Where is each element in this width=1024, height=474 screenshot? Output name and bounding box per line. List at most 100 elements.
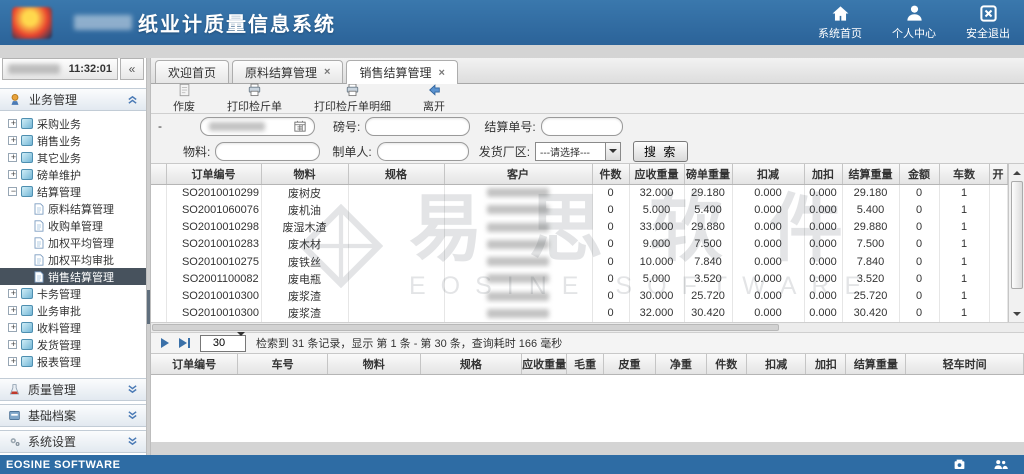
tree-expand-icon[interactable] [8,357,17,366]
next-page-icon[interactable] [161,338,169,348]
tree-expand-icon[interactable] [8,323,17,332]
column-header[interactable]: 磅单重量 [684,164,732,184]
horizontal-scrollbar[interactable] [151,322,1024,333]
column-header[interactable]: 物料 [261,164,348,184]
column-header[interactable]: 件数 [706,354,746,374]
column-header[interactable]: 车数 [939,164,989,184]
tree-folder-item[interactable]: 发货管理 [0,336,146,353]
search-button[interactable]: 搜 索 [633,141,688,162]
select-arrow[interactable] [605,143,620,160]
table-row[interactable]: SO2010010283 废木材 0 9.000 7.500 0.000 0.0… [151,236,1007,253]
column-header[interactable]: 净重 [655,354,706,374]
tab-welcome[interactable]: 欢迎首页 [155,60,229,83]
tree-folder-item[interactable]: 磅单维护 [0,166,146,183]
select-arrow[interactable] [237,336,245,351]
tree-expand-icon[interactable] [8,340,17,349]
tree-leaf-item[interactable]: 收购单管理 [0,217,146,234]
tree-folder-item[interactable]: 报表管理 [0,353,146,370]
sidebar-group-settings[interactable]: 系统设置 [0,430,146,453]
table-row[interactable]: SO2001060076 废机油 0 5.000 5.400 0.000 0.0… [151,201,1007,218]
column-header[interactable]: 加扣 [806,354,846,374]
maker-input[interactable] [377,142,469,161]
column-header[interactable]: 轻车时间 [906,354,1024,374]
nav-profile-button[interactable]: 个人中心 [892,4,936,41]
column-header[interactable]: 扣减 [732,164,804,184]
tree-folder-settlement[interactable]: 结算管理 [0,183,146,200]
tree-collapse-icon[interactable] [8,187,17,196]
column-header[interactable]: 物料 [327,354,420,374]
last-page-icon[interactable] [179,338,190,348]
sidebar-group-archives[interactable]: 基础档案 [0,404,146,427]
tree-expand-icon[interactable] [8,119,17,128]
column-header[interactable]: 件数 [592,164,629,184]
settle-no-input[interactable] [541,117,623,136]
tab-close-icon[interactable]: × [324,66,330,78]
tree-expand-icon[interactable] [8,170,17,179]
column-header[interactable]: 规格 [420,354,522,374]
void-button[interactable]: 作废 [161,83,207,114]
column-header[interactable]: 订单编号 [151,354,238,374]
print-weigh-slip-button[interactable]: 打印检斤单 [215,83,294,114]
column-header[interactable]: 皮重 [604,354,656,374]
scrollbar-thumb[interactable] [1011,181,1023,289]
tree-folder-item[interactable]: 卡务管理 [0,285,146,302]
page-size-select[interactable]: 30 [200,335,246,352]
column-header[interactable]: 扣减 [746,354,806,374]
tree-leaf-item[interactable]: 加权平均管理 [0,234,146,251]
column-header[interactable]: 结算重量 [846,354,906,374]
scrollbar-thumb[interactable] [152,324,779,331]
tab-sales-settlement[interactable]: 销售结算管理 × [346,60,457,84]
scroll-up-button[interactable] [1009,165,1024,180]
table-row[interactable]: SO2010010299 废树皮 0 32.000 29.180 0.000 0… [151,184,1007,201]
table-row[interactable]: SO2010010298 废湿木渣 0 33.000 29.880 0.000 … [151,219,1007,236]
tree-expand-icon[interactable] [8,306,17,315]
table-row[interactable]: SO2010010300 废浆渣 0 32.000 30.420 0.000 0… [151,305,1007,322]
pound-weight-cell: 5.400 [684,201,732,218]
tree-leaf-item[interactable]: 原料结算管理 [0,200,146,217]
column-header[interactable]: 金额 [899,164,939,184]
column-header[interactable]: 规格 [348,164,444,184]
sidebar-collapse-button[interactable]: « [120,58,144,80]
tree-folder-item[interactable]: 收料管理 [0,319,146,336]
column-header[interactable]: 车号 [238,354,328,374]
column-header[interactable]: 应收重量 [522,354,567,374]
pound-no-input[interactable] [365,117,470,136]
column-header[interactable]: 毛重 [567,354,604,374]
users-icon[interactable] [993,458,1008,471]
nav-home-button[interactable]: 系统首页 [818,4,862,41]
tree-leaf-item[interactable]: 销售结算管理 [0,268,146,285]
column-header[interactable]: 应收重量 [629,164,684,184]
table-row[interactable]: SO2010010275 废铁丝 0 10.000 7.840 0.000 0.… [151,253,1007,270]
column-header[interactable]: 开 [989,164,1007,184]
column-header[interactable]: 客户 [444,164,592,184]
sidebar-group-business[interactable]: 业务管理 [0,88,146,111]
folder-icon [21,339,33,350]
material-input[interactable] [215,142,320,161]
vertical-scrollbar[interactable] [1008,164,1024,322]
tree-expand-icon[interactable] [8,153,17,162]
date-input[interactable] [200,117,315,136]
tree-folder-item[interactable]: 业务审批 [0,302,146,319]
calendar-icon[interactable] [294,120,306,132]
camera-icon[interactable] [952,458,967,471]
tab-raw-material-settlement[interactable]: 原料结算管理 × [232,60,343,83]
leave-button[interactable]: 离开 [411,83,457,114]
column-header[interactable]: 加扣 [804,164,842,184]
sidebar-group-quality[interactable]: 质量管理 [0,378,146,401]
nav-logout-button[interactable]: 安全退出 [966,4,1010,41]
table-row[interactable]: SO2001100082 废电瓶 0 5.000 3.520 0.000 0.0… [151,270,1007,287]
tree-expand-icon[interactable] [8,136,17,145]
splitter-handle[interactable] [147,290,150,324]
tree-expand-icon[interactable] [8,289,17,298]
print-weigh-detail-button[interactable]: 打印检斤单明细 [302,83,403,114]
tab-close-icon[interactable]: × [438,67,444,79]
column-header[interactable]: 订单编号 [166,164,261,184]
tree-folder-item[interactable]: 销售业务 [0,132,146,149]
scroll-down-button[interactable] [1009,306,1024,321]
ship-area-select[interactable]: ---请选择--- [535,142,621,161]
tree-folder-item[interactable]: 其它业务 [0,149,146,166]
column-header[interactable]: 结算重量 [842,164,899,184]
tree-folder-item[interactable]: 采购业务 [0,115,146,132]
table-row[interactable]: SO2010010300 废浆渣 0 30.000 25.720 0.000 0… [151,288,1007,305]
tree-leaf-item[interactable]: 加权平均审批 [0,251,146,268]
